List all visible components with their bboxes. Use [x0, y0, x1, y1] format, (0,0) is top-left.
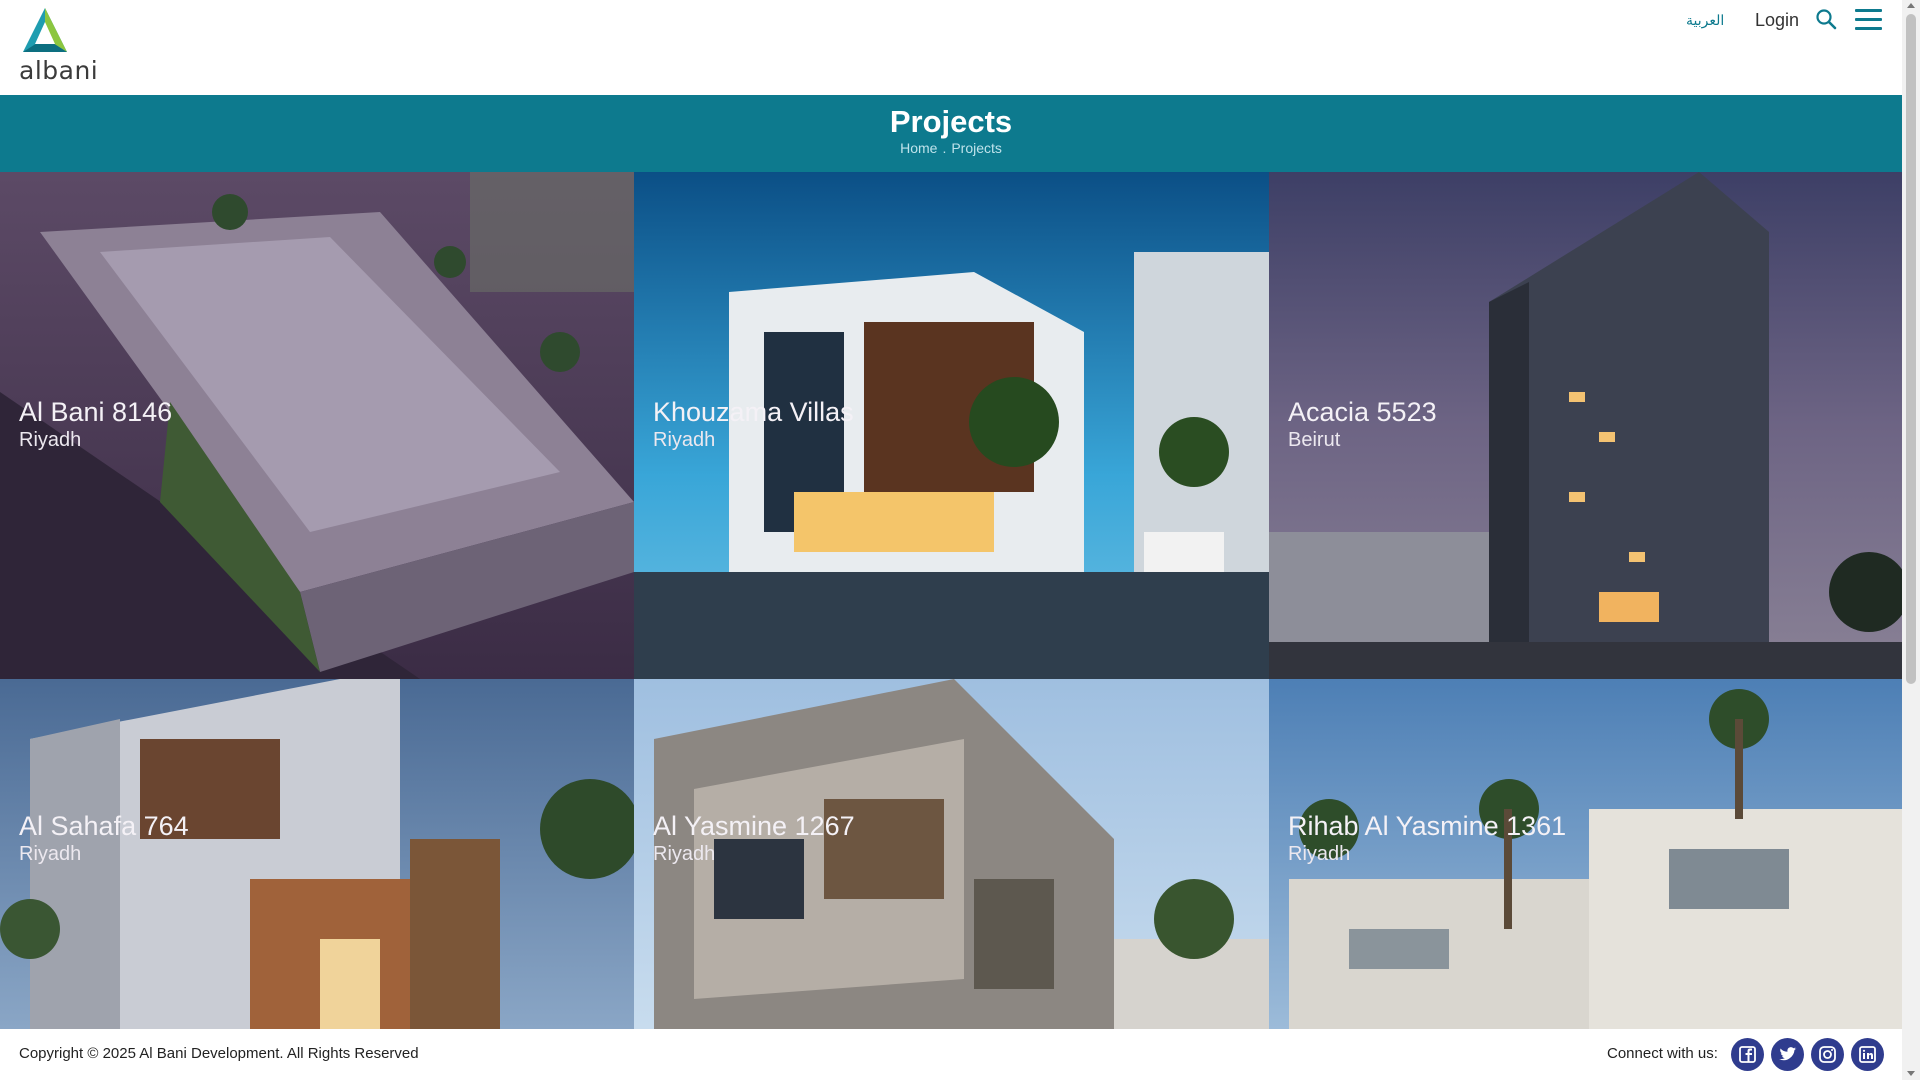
page-scrollbar[interactable] [1902, 0, 1920, 1080]
facebook-icon[interactable] [1731, 1038, 1764, 1071]
project-city: Riyadh [653, 843, 716, 865]
copyright-text: Copyright © 2025 Al Bani Development. Al… [19, 1045, 419, 1062]
project-card-al-bani-8146[interactable]: Al Bani 8146 Riyadh [0, 172, 634, 679]
project-city: Beirut [1288, 429, 1341, 451]
language-switch-link[interactable]: العربية [1686, 12, 1724, 29]
project-image-al-yasmine-1267 [634, 679, 1269, 1029]
login-link[interactable]: Login [1755, 10, 1799, 31]
site-footer: Copyright © 2025 Al Bani Development. Al… [0, 1029, 1902, 1080]
twitter-icon[interactable] [1771, 1038, 1804, 1071]
page-banner: Projects Home. Projects [0, 95, 1902, 172]
project-title: Al Yasmine 1267 [653, 811, 855, 841]
connect-label: Connect with us: [1607, 1045, 1718, 1062]
project-city: Riyadh [19, 843, 82, 865]
projects-grid: Al Bani 8146 Riyadh Khouzama Villas Riya… [0, 172, 1902, 1029]
site-header: albani العربية Login [0, 0, 1902, 95]
project-card-al-yasmine-1267[interactable]: Al Yasmine 1267 Riyadh [634, 679, 1269, 1029]
project-card-acacia-5523[interactable]: Acacia 5523 Beirut [1269, 172, 1902, 679]
project-title: Al Bani 8146 [19, 397, 173, 427]
project-card-khouzama-villas[interactable]: Khouzama Villas Riyadh [634, 172, 1269, 679]
project-city: Riyadh [1288, 843, 1351, 865]
hamburger-menu-icon[interactable] [1855, 8, 1885, 32]
project-card-rihab-al-yasmine-1361[interactable]: Rihab Al Yasmine 1361 Riyadh [1269, 679, 1902, 1029]
project-card-al-sahafa-764[interactable]: Al Sahafa 764 Riyadh [0, 679, 634, 1029]
albani-logo-mark [23, 8, 67, 52]
instagram-icon[interactable] [1811, 1038, 1844, 1071]
breadcrumb-projects[interactable]: Projects [951, 140, 1002, 156]
scroll-down-arrow-icon[interactable] [1907, 1071, 1915, 1076]
project-image-al-sahafa-764 [0, 679, 634, 1029]
breadcrumb: Home. Projects [0, 140, 1902, 156]
breadcrumb-home[interactable]: Home [900, 140, 937, 156]
linkedin-icon[interactable] [1851, 1038, 1884, 1071]
scroll-up-arrow-icon[interactable] [1907, 3, 1915, 8]
breadcrumb-separator: . [942, 140, 947, 156]
project-city: Riyadh [653, 429, 716, 451]
project-image-rihab-al-yasmine-1361 [1269, 679, 1902, 1029]
project-title: Al Sahafa 764 [19, 811, 189, 841]
logo-wordmark: albani [19, 56, 99, 85]
project-city: Riyadh [19, 429, 82, 451]
page-title: Projects [889, 104, 1013, 139]
search-icon[interactable] [1815, 8, 1839, 32]
project-title: Acacia 5523 [1288, 397, 1437, 427]
scrollbar-thumb[interactable] [1906, 14, 1916, 684]
project-title: Khouzama Villas [653, 397, 854, 427]
albani-logo[interactable]: albani [19, 8, 98, 86]
project-title: Rihab Al Yasmine 1361 [1288, 811, 1567, 841]
